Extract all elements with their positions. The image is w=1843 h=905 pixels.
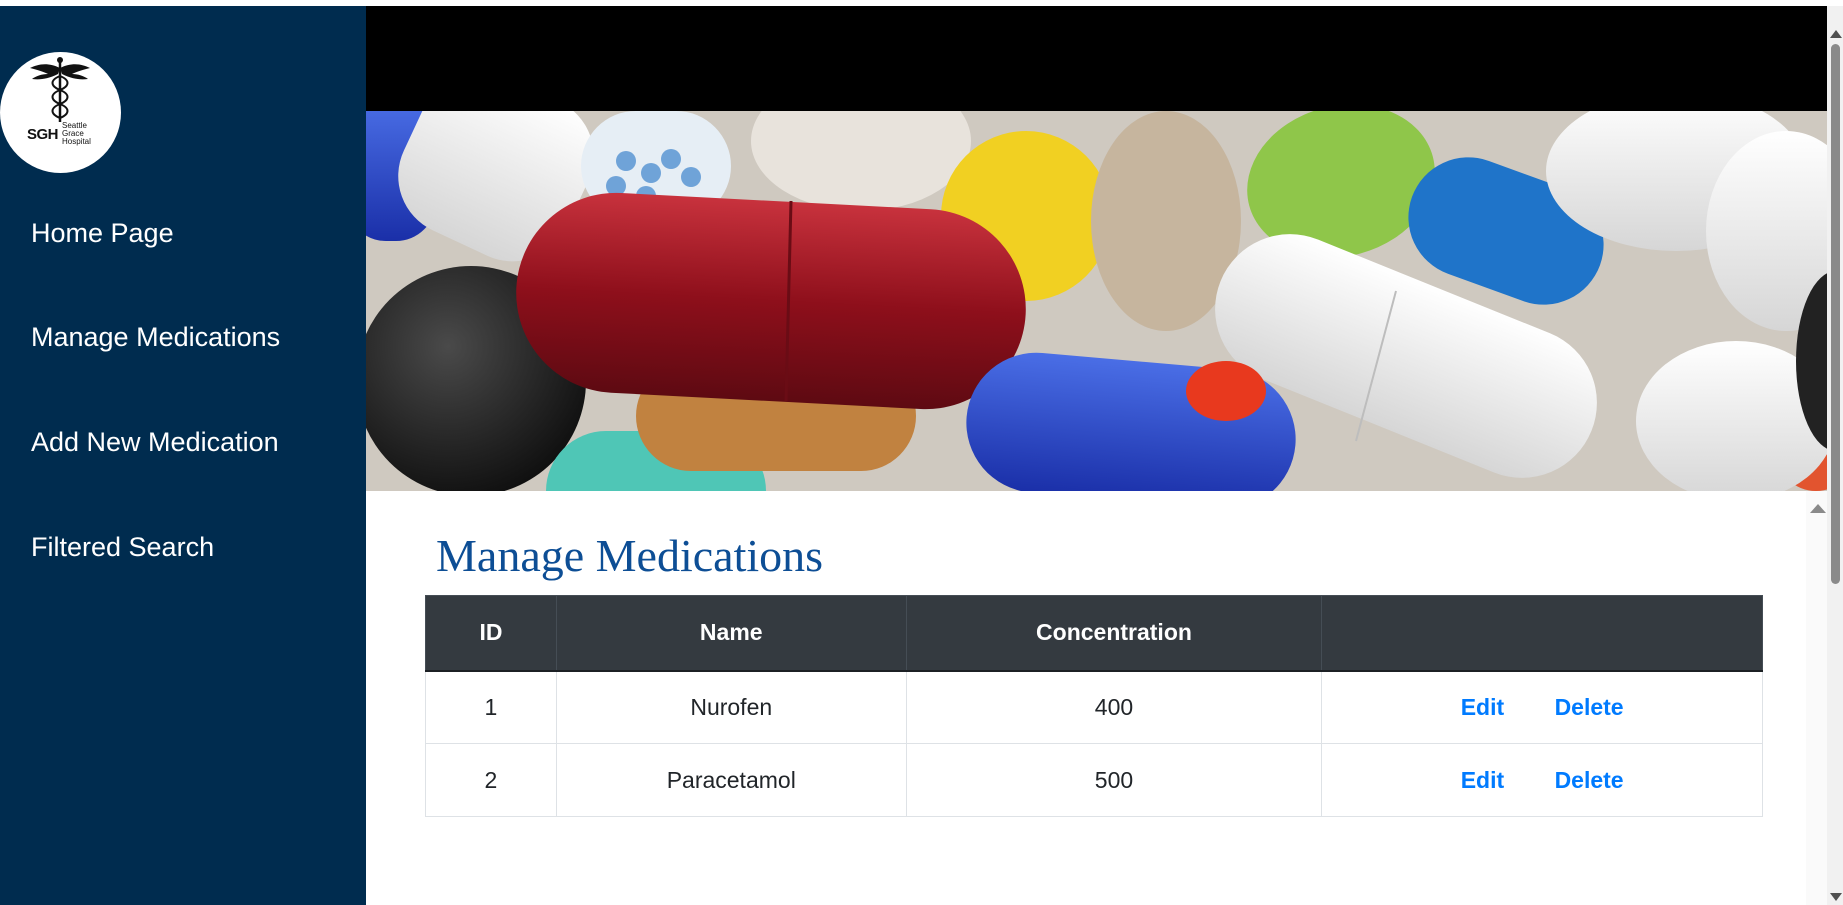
cell-actions: Edit Delete (1321, 743, 1763, 817)
delete-link[interactable]: Delete (1555, 767, 1624, 794)
edit-link[interactable]: Edit (1461, 767, 1504, 794)
hospital-logo[interactable]: SGH Seattle Grace Hospital (0, 52, 121, 173)
scroll-up-arrow-icon[interactable] (1830, 30, 1842, 38)
scroll-down-arrow-icon[interactable] (1830, 893, 1842, 901)
cell-id: 2 (425, 743, 557, 817)
table-body: 1 Nurofen 400 Edit Delete 2 Paracetamol … (425, 670, 1763, 817)
sidebar-item-add-new-medication[interactable]: Add New Medication (31, 427, 279, 458)
cell-actions: Edit Delete (1321, 670, 1763, 744)
cell-id: 1 (425, 670, 557, 744)
column-header-id: ID (425, 595, 557, 671)
banner-image (366, 111, 1827, 491)
table-row: 2 Paracetamol 500 Edit Delete (425, 743, 1763, 817)
pills-illustration (366, 111, 1827, 491)
cell-name: Paracetamol (555, 743, 907, 817)
delete-link[interactable]: Delete (1555, 694, 1624, 721)
main-content: Manage Medications ID Name Concentration… (366, 491, 1806, 905)
cell-concentration: 400 (905, 670, 1323, 744)
sidebar-item-filtered-search[interactable]: Filtered Search (31, 532, 214, 563)
sidebar-item-manage-medications[interactable]: Manage Medications (31, 322, 280, 353)
edit-link[interactable]: Edit (1461, 694, 1504, 721)
medications-table: ID Name Concentration 1 Nurofen 400 Edit… (425, 595, 1763, 817)
column-header-actions (1321, 595, 1763, 671)
app-window: SGH Seattle Grace Hospital Home Page Man… (0, 6, 1843, 905)
column-header-name: Name (555, 595, 907, 671)
table-row: 1 Nurofen 400 Edit Delete (425, 670, 1763, 744)
top-bar (366, 6, 1827, 111)
cell-name: Nurofen (555, 670, 907, 744)
sidebar: SGH Seattle Grace Hospital Home Page Man… (0, 6, 366, 905)
page-title: Manage Medications (436, 530, 824, 581)
page-scrollbar[interactable] (1827, 6, 1843, 905)
content-scrollbar[interactable] (1806, 491, 1827, 905)
logo-abbr: SGH (27, 126, 59, 143)
table-header-row: ID Name Concentration (425, 595, 1763, 671)
scrollbar-thumb[interactable] (1831, 44, 1840, 584)
sidebar-item-home[interactable]: Home Page (31, 218, 174, 249)
table-header: ID Name Concentration (425, 595, 1763, 671)
cell-concentration: 500 (905, 743, 1323, 817)
caduceus-icon (30, 57, 90, 122)
logo-line-3: Hospital (62, 137, 91, 146)
scroll-up-arrow-icon[interactable] (1810, 504, 1826, 513)
column-header-concentration: Concentration (905, 595, 1323, 671)
